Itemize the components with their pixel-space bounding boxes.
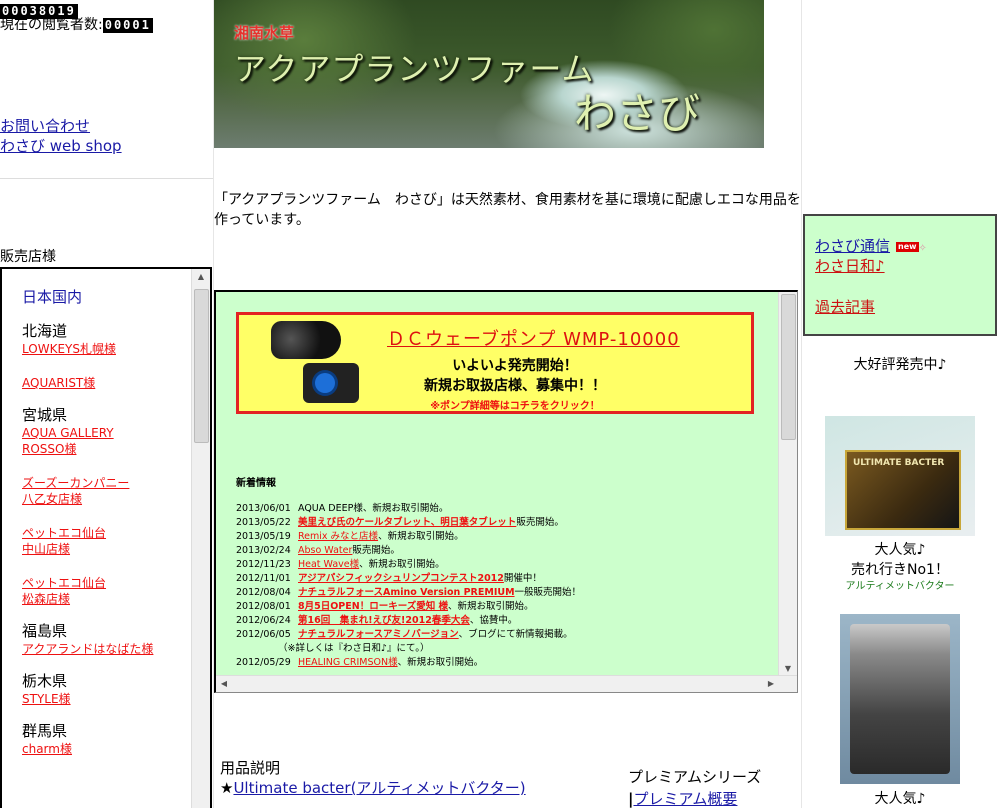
banner-brand: わさび bbox=[574, 89, 701, 138]
news-item: 2013/05/19 Remix みなと店様、新規お取引開始。 bbox=[236, 531, 464, 542]
right-links-box: わさび通信 new ✧ わさ日和♪ 過去記事 bbox=[803, 214, 997, 336]
region-name: 宮城県 bbox=[22, 406, 68, 424]
region-name: 北海道 bbox=[22, 322, 68, 340]
premium-section: プレミアムシリーズ |プレミアム概要 bbox=[628, 766, 761, 810]
banner-subtitle: 湘南水草 bbox=[234, 24, 295, 42]
pump-line1: いよいよ発売開始！ bbox=[452, 358, 578, 374]
product-label: ULTIMATE BACTER bbox=[853, 458, 945, 468]
webshop-link[interactable]: わさび web shop bbox=[0, 136, 122, 156]
product-caption-2: 大人気♪ bbox=[874, 791, 926, 807]
store-link[interactable]: ペットエコ仙台 bbox=[22, 575, 187, 591]
store-link[interactable]: AQUA GALLERY bbox=[22, 425, 187, 441]
store-link[interactable]: 松森店様 bbox=[22, 591, 187, 607]
scroll-right-icon[interactable]: ▶ bbox=[763, 676, 779, 692]
store-link[interactable]: AQUARIST様 bbox=[22, 375, 187, 391]
shop-list: 日本国内 北海道 LOWKEYS札幌様 AQUARIST様 宮城県 AQUA G… bbox=[22, 287, 187, 757]
news-link[interactable]: HEALING CRIMSON様 bbox=[298, 657, 398, 668]
scroll-left-icon[interactable]: ◀ bbox=[216, 676, 232, 692]
store-link[interactable]: ROSSO様 bbox=[22, 441, 187, 457]
news-link[interactable]: ナチュラルフォースアミノバージョン bbox=[298, 629, 459, 640]
scroll-up-icon[interactable]: ▲ bbox=[192, 269, 210, 285]
store-link[interactable]: ペットエコ仙台 bbox=[22, 525, 187, 541]
store-link[interactable]: 八乙女店様 bbox=[22, 491, 187, 507]
caption-line: 売れ行きNo1！ bbox=[851, 562, 949, 578]
premium-title: プレミアムシリーズ bbox=[628, 768, 762, 786]
region-name: 群馬県 bbox=[22, 722, 68, 740]
hot-sale-text: 大好評発売中♪ bbox=[853, 357, 947, 373]
viewer-digits: 00001 bbox=[102, 18, 153, 33]
region-name: 栃木県 bbox=[22, 672, 68, 690]
store-link[interactable]: 中山店様 bbox=[22, 541, 187, 557]
caption-small: アルティメットバクター bbox=[845, 581, 955, 592]
usage-section: 用品説明 ★Ultimate bacter(アルティメットバクター) bbox=[220, 758, 526, 798]
store-link[interactable]: LOWKEYS札幌様 bbox=[22, 341, 187, 357]
product-image-ultimate-bacter[interactable]: ULTIMATE BACTER bbox=[825, 416, 975, 536]
news-item: 2013/05/22 美里えび氏のケールタブレット、明日葉タブレット販売開始。 bbox=[236, 517, 564, 528]
divider bbox=[0, 178, 213, 179]
biyori-link[interactable]: わさ日和♪ bbox=[815, 257, 885, 275]
scroll-thumb[interactable] bbox=[194, 289, 209, 443]
product-image-2[interactable] bbox=[840, 614, 960, 784]
news-title: 新着情報 bbox=[236, 478, 276, 489]
shop-list-scrollbar[interactable]: ▲ bbox=[191, 269, 210, 808]
news-link[interactable]: Remix みなと店様 bbox=[298, 531, 378, 542]
store-link[interactable]: charm様 bbox=[22, 741, 187, 757]
store-link[interactable]: ズーズーカンパニー bbox=[22, 475, 187, 491]
news-link[interactable]: 第16回 集まれ!えび友!2012春季大会 bbox=[298, 615, 470, 626]
contact-link[interactable]: お問い合わせ bbox=[0, 116, 122, 136]
banner-title: アクアプランツファーム bbox=[234, 50, 595, 88]
news-item: 2012/11/01 アジアパシフィックシュリンプコンテスト2012開催中！ bbox=[236, 573, 542, 584]
intro-text: 「アクアプランツファーム わさび」は天然素材、食用素材を基に環境に配慮しエコな用… bbox=[214, 192, 801, 228]
header-banner: 湘南水草 アクアプランツファーム わさび bbox=[214, 0, 764, 148]
new-badge: new bbox=[896, 242, 919, 252]
news-link[interactable]: 8月5日OPEN！ローキーズ愛知 様 bbox=[298, 601, 448, 612]
region-japan: 日本国内 bbox=[22, 288, 83, 306]
news-link[interactable]: アジアパシフィックシュリンプコンテスト2012 bbox=[298, 573, 504, 584]
usage-title: 用品説明 bbox=[220, 759, 281, 777]
region-name: 福島県 bbox=[22, 622, 68, 640]
pump-device-image bbox=[271, 321, 341, 359]
news-list: 2013/06/01 AQUA DEEP様、新規お取引開始。 2013/05/22… bbox=[236, 502, 776, 670]
news-item: 2012/11/23 Heat Wave様、新規お取引開始。 bbox=[236, 559, 445, 570]
pump-banner[interactable]: ＤＣウェーブポンプ WMP-10000 いよいよ発売開始！ 新規お取扱店様、募集… bbox=[236, 312, 754, 414]
column-divider bbox=[801, 0, 802, 808]
news-item: 2012/06/24 第16回 集まれ!えび友!2012春季大会、協賛中。 bbox=[236, 615, 518, 626]
caption-line: 大人気♪ bbox=[874, 542, 926, 558]
store-link[interactable]: アクアランドはなばた様 bbox=[22, 641, 187, 657]
news-item: 2012/05/29 HEALING CRIMSON様、新規お取引開始。 bbox=[236, 657, 484, 668]
sparkle-icon: ✧ bbox=[918, 243, 927, 254]
news-item: 2013/06/01 AQUA DEEP様、新規お取引開始。 bbox=[236, 503, 449, 514]
news-item: 2012/08/04 ナチュラルフォースAmino Version PREMIUM… bbox=[236, 587, 582, 598]
tsushin-link[interactable]: わさび通信 bbox=[815, 237, 890, 255]
news-link[interactable]: ナチュラルフォースAmino Version PREMIUM bbox=[298, 587, 515, 598]
star-icon: ★ bbox=[220, 779, 234, 797]
pump-line3: ※ポンプ詳細等はコチラをクリック！ bbox=[430, 401, 600, 412]
news-link[interactable]: Heat Wave様 bbox=[298, 559, 359, 570]
news-scrollbar[interactable]: ▼ bbox=[778, 292, 797, 677]
news-note: （※詳しくは『わさ日和♪』にて。） bbox=[278, 643, 430, 654]
product-link[interactable]: Ultimate bacter(アルティメットバクター) bbox=[233, 779, 525, 797]
news-hscrollbar[interactable]: ◀ ▶ bbox=[216, 675, 797, 692]
pump-line2: 新規お取扱店様、募集中！！ bbox=[424, 378, 606, 394]
news-link[interactable]: 美里えび氏のケールタブレット、明日葉タブレット bbox=[298, 517, 516, 528]
product-caption: 大人気♪ 売れ行きNo1！ アルティメットバクター bbox=[803, 540, 997, 594]
scroll-thumb[interactable] bbox=[781, 294, 796, 440]
news-item: 2013/02/24 Abso Water販売開始。 bbox=[236, 545, 400, 556]
pump-title[interactable]: ＤＣウェーブポンプ WMP-10000 bbox=[387, 325, 680, 351]
shops-title: 販売店様 bbox=[0, 249, 56, 265]
past-articles-link[interactable]: 過去記事 bbox=[815, 298, 875, 316]
viewer-label: 現在の閲覧者数: bbox=[0, 17, 103, 33]
store-link[interactable]: STYLE様 bbox=[22, 691, 187, 707]
left-links: お問い合わせ わさび web shop bbox=[0, 116, 122, 156]
news-frame: ＤＣウェーブポンプ WMP-10000 いよいよ発売開始！ 新規お取扱店様、募集… bbox=[214, 290, 798, 693]
viewer-count: 現在の閲覧者数: 00001 bbox=[0, 16, 153, 34]
premium-link[interactable]: プレミアム概要 bbox=[633, 790, 737, 808]
shop-list-frame: 日本国内 北海道 LOWKEYS札幌様 AQUARIST様 宮城県 AQUA G… bbox=[0, 267, 212, 808]
news-link[interactable]: Abso Water bbox=[298, 545, 352, 556]
news-item: 2012/06/05 ナチュラルフォースアミノバージョン、ブログにて新情報掲載。 bbox=[236, 629, 573, 640]
news-item: 2012/08/01 8月5日OPEN！ローキーズ愛知 様、新規お取引開始。 bbox=[236, 601, 534, 612]
